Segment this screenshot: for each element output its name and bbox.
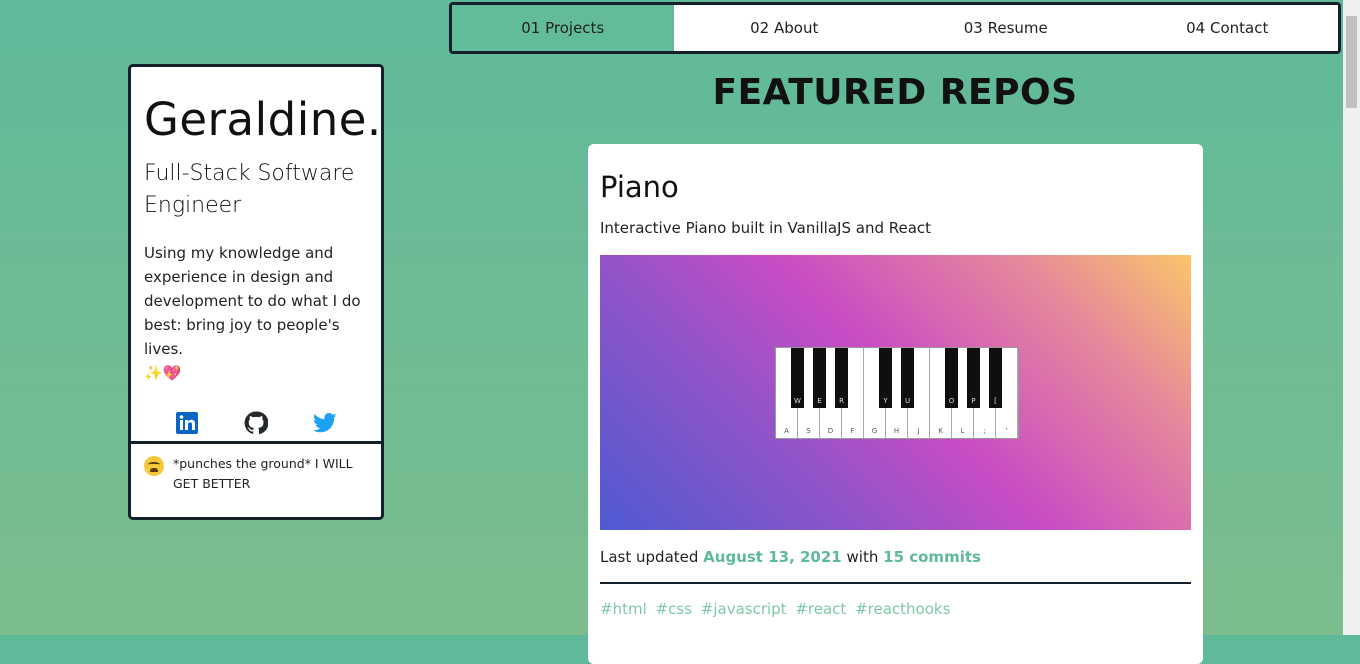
github-icon[interactable] bbox=[243, 410, 269, 436]
repo-name[interactable]: Piano bbox=[600, 144, 1191, 205]
repo-preview-image[interactable]: A S D F G H J K L ; ' W E R Y U O P [ bbox=[600, 255, 1191, 530]
status-text: *punches the ground* I WILL GET BETTER bbox=[173, 456, 353, 491]
status-message: *punches the ground* I WILL GET BETTER bbox=[131, 444, 381, 494]
linkedin-icon[interactable] bbox=[174, 410, 200, 436]
social-links bbox=[144, 410, 368, 436]
repo-description: Interactive Piano built in VanillaJS and… bbox=[600, 219, 932, 237]
white-key-label: G bbox=[871, 427, 878, 435]
nav-item-about[interactable]: 02 About bbox=[674, 5, 896, 51]
top-nav: 01 Projects 02 About 03 Resume 04 Contac… bbox=[449, 2, 1341, 54]
piano-black-key: O bbox=[945, 348, 958, 408]
black-key-label: O bbox=[948, 397, 955, 405]
black-key-label: P bbox=[971, 397, 976, 405]
white-key-label: F bbox=[850, 427, 855, 435]
sparkle-heart-emoji: ✨💖 bbox=[144, 364, 182, 382]
piano-keyboard-illustration: A S D F G H J K L ; ' W E R Y U O P [ bbox=[775, 347, 1019, 439]
piano-black-key: Y bbox=[879, 348, 892, 408]
white-key-label: S bbox=[806, 427, 811, 435]
nav-item-contact[interactable]: 04 Contact bbox=[1117, 5, 1339, 51]
tag-css[interactable]: #css bbox=[656, 600, 692, 618]
white-key-label: J bbox=[917, 427, 920, 435]
profile-bio: Using my knowledge and experience in des… bbox=[144, 241, 368, 385]
black-key-label: U bbox=[904, 397, 911, 405]
updated-date: August 13, 2021 bbox=[703, 548, 842, 566]
profile-bio-text: Using my knowledge and experience in des… bbox=[144, 244, 361, 358]
white-key-label: A bbox=[784, 427, 789, 435]
black-key-label: E bbox=[817, 397, 822, 405]
divider bbox=[600, 582, 1191, 584]
with-text: with bbox=[846, 548, 879, 566]
tag-javascript[interactable]: #javascript bbox=[701, 600, 787, 618]
black-key-label: Y bbox=[883, 397, 888, 405]
white-key-label: H bbox=[893, 427, 900, 435]
twitter-icon[interactable] bbox=[312, 410, 338, 436]
commit-count[interactable]: 15 commits bbox=[883, 548, 981, 566]
profile-main: Geraldine. Full-Stack Software Engineer … bbox=[131, 67, 381, 444]
updated-prefix: Last updated bbox=[600, 548, 699, 566]
piano-black-key: R bbox=[835, 348, 848, 408]
white-key-label: D bbox=[827, 427, 834, 435]
white-key-label: ' bbox=[1005, 427, 1008, 435]
page-scrollbar[interactable] bbox=[1343, 0, 1360, 635]
repo-meta: Last updated August 13, 2021 with 15 com… bbox=[600, 548, 1191, 566]
tag-reacthooks[interactable]: #reacthooks bbox=[855, 600, 950, 618]
black-key-label: [ bbox=[994, 397, 997, 405]
nav-item-resume[interactable]: 03 Resume bbox=[895, 5, 1117, 51]
repo-card: Piano Interactive Piano built in Vanilla… bbox=[588, 144, 1203, 664]
white-key-label: ; bbox=[983, 427, 986, 435]
tag-react[interactable]: #react bbox=[795, 600, 846, 618]
black-key-label: W bbox=[794, 397, 801, 405]
piano-black-key: P bbox=[967, 348, 980, 408]
piano-black-key: U bbox=[901, 348, 914, 408]
white-key-label: K bbox=[938, 427, 943, 435]
piano-black-key: E bbox=[813, 348, 826, 408]
black-key-label: R bbox=[839, 397, 844, 405]
tag-html[interactable]: #html bbox=[600, 600, 647, 618]
nav-item-projects[interactable]: 01 Projects bbox=[452, 5, 674, 51]
scrollbar-thumb[interactable] bbox=[1346, 16, 1357, 108]
profile-card: Geraldine. Full-Stack Software Engineer … bbox=[128, 64, 384, 520]
repo-tags: #html #css #javascript #react #reacthook… bbox=[600, 600, 1191, 618]
profile-name: Geraldine. bbox=[144, 93, 382, 146]
piano-black-key: W bbox=[791, 348, 804, 408]
white-key-label: L bbox=[960, 427, 965, 435]
featured-repos-title: FEATURED REPOS bbox=[712, 72, 1078, 113]
frustrated-face-icon bbox=[144, 456, 164, 476]
piano-black-key: [ bbox=[989, 348, 1002, 408]
profile-role: Full-Stack Software Engineer bbox=[144, 161, 355, 218]
